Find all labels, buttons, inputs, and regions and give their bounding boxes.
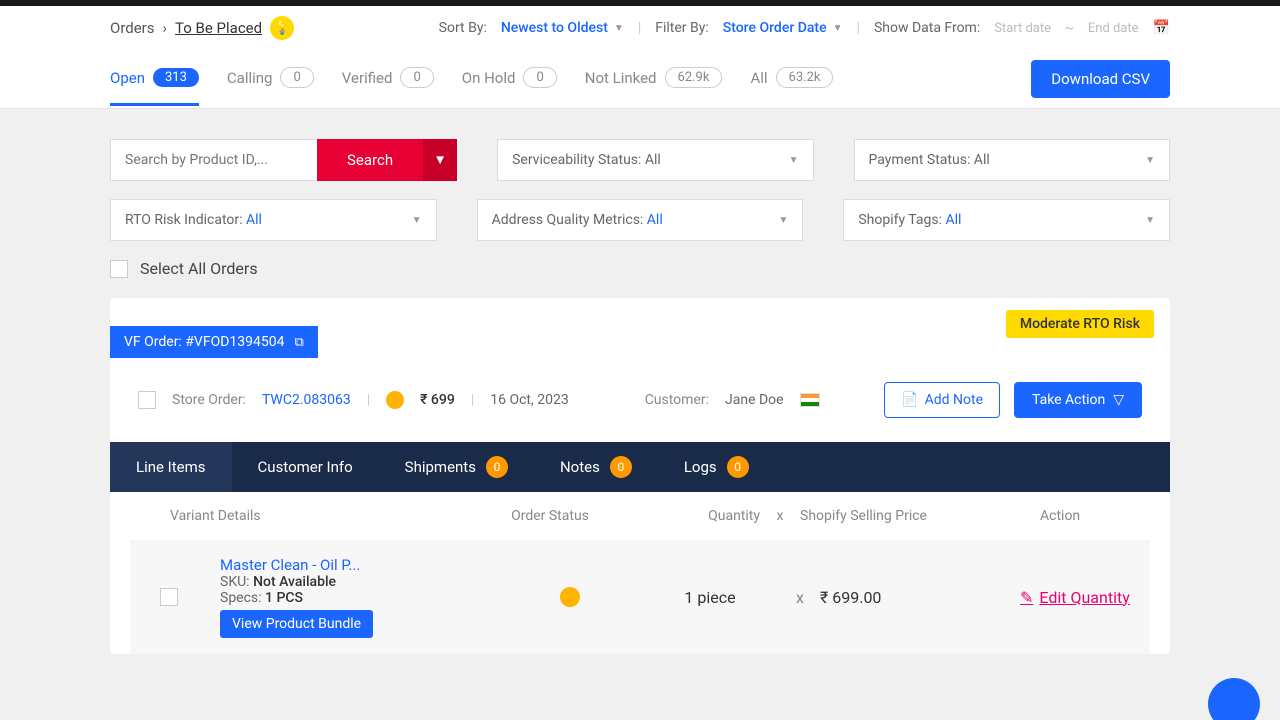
coin-icon xyxy=(386,391,404,409)
tab-open[interactable]: Open313 xyxy=(110,52,199,106)
tab-shipments[interactable]: Shipments0 xyxy=(379,442,534,492)
tab-notes[interactable]: Notes0 xyxy=(534,442,658,492)
breadcrumb-parent[interactable]: Orders xyxy=(110,19,155,37)
customer-name: Jane Doe xyxy=(725,392,784,408)
chevron-down-icon: ▽ xyxy=(1113,392,1124,408)
end-date-input[interactable]: End date xyxy=(1088,21,1139,36)
product-title-link[interactable]: Master Clean - Oil P... xyxy=(220,556,500,574)
order-checkbox[interactable] xyxy=(138,391,156,409)
store-order-link[interactable]: TWC2.083063 xyxy=(262,392,351,408)
chevron-down-icon: ▼ xyxy=(833,23,843,34)
page-header: Orders › To Be Placed 💡 Sort By: Newest … xyxy=(0,6,1280,50)
search-button[interactable]: Search xyxy=(317,139,423,181)
tab-verified[interactable]: Verified0 xyxy=(342,51,434,107)
tab-line-items[interactable]: Line Items xyxy=(110,442,232,492)
search-group: Search ▼ xyxy=(110,139,457,181)
quantity-value: 1 piece xyxy=(640,588,780,607)
help-fab[interactable] xyxy=(1208,678,1260,720)
view-product-bundle-button[interactable]: View Product Bundle xyxy=(220,610,373,638)
sort-label: Sort By: xyxy=(439,20,487,36)
search-input[interactable] xyxy=(110,139,317,181)
rto-risk-badge: Moderate RTO Risk xyxy=(1006,310,1154,338)
line-items-header: Variant Details Order Status Quantity x … xyxy=(110,492,1170,540)
rto-risk-filter[interactable]: RTO Risk Indicator: All▼ xyxy=(110,199,437,241)
detail-tabs: Line Items Customer Info Shipments0 Note… xyxy=(110,442,1170,492)
select-all-label: Select All Orders xyxy=(140,259,258,278)
filter-dropdown[interactable]: Store Order Date▼ xyxy=(723,20,843,36)
order-card: Moderate RTO Risk VF Order: #VFOD1394504… xyxy=(110,298,1170,654)
chevron-down-icon: ▼ xyxy=(614,23,624,34)
flag-india-icon xyxy=(800,393,820,407)
serviceability-filter[interactable]: Serviceability Status: All▼ xyxy=(497,139,813,181)
tab-on-hold[interactable]: On Hold0 xyxy=(462,51,557,107)
take-action-button[interactable]: Take Action▽ xyxy=(1014,382,1142,418)
tab-all[interactable]: All63.2k xyxy=(750,51,833,107)
chevron-down-icon: ▼ xyxy=(1145,215,1155,226)
tab-calling[interactable]: Calling0 xyxy=(227,51,314,107)
line-item-checkbox[interactable] xyxy=(160,588,178,606)
tab-customer-info[interactable]: Customer Info xyxy=(232,442,379,492)
breadcrumb: Orders › To Be Placed 💡 xyxy=(110,16,294,40)
order-amount: ₹ 699 xyxy=(420,392,455,408)
download-csv-button[interactable]: Download CSV xyxy=(1031,60,1170,98)
selling-price: ₹ 699.00 xyxy=(820,588,1020,607)
date-range-label: Show Data From: xyxy=(874,20,980,36)
order-status-icon xyxy=(560,587,580,607)
vf-order-badge: VF Order: #VFOD1394504 ⧉ xyxy=(110,326,318,358)
chevron-down-icon: ▼ xyxy=(789,155,799,166)
tab-logs[interactable]: Logs0 xyxy=(658,442,775,492)
chevron-right-icon: › xyxy=(163,19,168,37)
filter-label: Filter By: xyxy=(655,20,709,36)
shopify-tags-filter[interactable]: Shopify Tags: All▼ xyxy=(843,199,1170,241)
calendar-icon[interactable]: 📅 xyxy=(1153,20,1170,36)
select-all-checkbox[interactable] xyxy=(110,260,128,278)
search-dropdown-button[interactable]: ▼ xyxy=(423,139,457,181)
status-tabs: Open313 Calling0 Verified0 On Hold0 Not … xyxy=(0,50,1280,109)
line-item-row: Master Clean - Oil P... SKU: Not Availab… xyxy=(130,540,1150,654)
breadcrumb-current: To Be Placed xyxy=(175,19,262,37)
chevron-down-icon: ▼ xyxy=(412,215,422,226)
chevron-down-icon: ▼ xyxy=(1145,155,1155,166)
start-date-input[interactable]: Start date xyxy=(994,21,1051,36)
order-date: 16 Oct, 2023 xyxy=(490,392,568,408)
note-icon: 📄 xyxy=(901,392,918,408)
address-quality-filter[interactable]: Address Quality Metrics: All▼ xyxy=(477,199,804,241)
header-controls: Sort By: Newest to Oldest▼ | Filter By: … xyxy=(439,20,1170,36)
copy-icon[interactable]: ⧉ xyxy=(294,335,303,350)
chevron-down-icon: ▼ xyxy=(778,215,788,226)
edit-quantity-link[interactable]: ✎Edit Quantity xyxy=(1020,588,1130,607)
add-note-button[interactable]: 📄Add Note xyxy=(884,382,1000,418)
payment-filter[interactable]: Payment Status: All▼ xyxy=(854,139,1170,181)
pencil-icon: ✎ xyxy=(1020,588,1033,607)
sort-dropdown[interactable]: Newest to Oldest▼ xyxy=(501,20,624,36)
caret-down-icon: ▼ xyxy=(433,152,446,168)
tab-not-linked[interactable]: Not Linked62.9k xyxy=(585,51,723,107)
lightbulb-icon[interactable]: 💡 xyxy=(270,16,294,40)
